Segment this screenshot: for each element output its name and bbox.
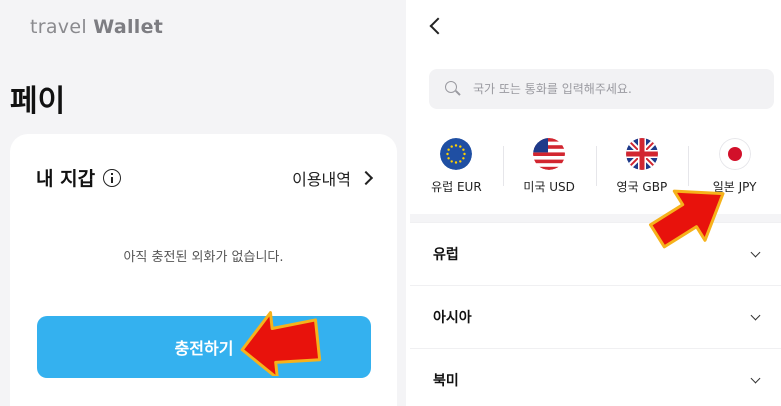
japan-flag-icon bbox=[718, 138, 751, 170]
currency-usd[interactable]: 미국 USD bbox=[502, 138, 596, 202]
region-asia[interactable]: 아시아 bbox=[410, 285, 781, 348]
brand-light-text: travel bbox=[30, 16, 94, 38]
currency-gbp[interactable]: 영국 GBP bbox=[595, 138, 689, 202]
region-europe[interactable]: 유럽 bbox=[410, 222, 781, 285]
wallet-title: 내 지갑 bbox=[36, 164, 122, 191]
region-north-america[interactable]: 북미 bbox=[410, 348, 781, 406]
info-icon[interactable] bbox=[103, 168, 122, 187]
currency-label: 유럽 EUR bbox=[431, 180, 482, 194]
popular-currencies: 유럽 EUR 미국 USD 영국 GBP 일본 JPY bbox=[410, 138, 781, 202]
currency-eur[interactable]: 유럽 EUR bbox=[410, 138, 503, 202]
currency-select-screen: 유럽 EUR 미국 USD bbox=[410, 0, 781, 406]
currency-label: 일본 JPY bbox=[712, 180, 757, 194]
currency-label: 미국 USD bbox=[523, 180, 575, 194]
region-label: 북미 bbox=[433, 373, 459, 389]
chevron-down-icon bbox=[750, 373, 761, 383]
page-title: 페이 bbox=[10, 84, 66, 119]
currency-label: 영국 GBP bbox=[616, 180, 668, 194]
history-label: 이용내역 bbox=[292, 170, 351, 189]
wallet-card: 내 지갑 이용내역 아직 충전된 외화가 없습니다. 충전하기 bbox=[10, 134, 397, 406]
us-flag-icon bbox=[533, 138, 566, 170]
back-arrow-icon[interactable] bbox=[429, 17, 447, 35]
eu-flag-icon bbox=[440, 138, 473, 170]
chevron-right-icon bbox=[358, 170, 374, 186]
uk-flag-icon bbox=[625, 138, 658, 170]
empty-wallet-message: 아직 충전된 외화가 없습니다. bbox=[123, 250, 284, 265]
currency-jpy[interactable]: 일본 JPY bbox=[688, 138, 781, 202]
region-label: 유럽 bbox=[433, 247, 459, 263]
search-bar[interactable] bbox=[429, 69, 774, 109]
chevron-down-icon bbox=[750, 247, 761, 257]
wallet-title-text: 내 지갑 bbox=[36, 168, 96, 190]
region-label: 아시아 bbox=[433, 310, 472, 326]
brand-bold-text: Wallet bbox=[93, 16, 164, 38]
history-link[interactable]: 이용내역 bbox=[292, 166, 374, 190]
app-logo: travel Wallet bbox=[30, 16, 163, 38]
chevron-down-icon bbox=[750, 310, 761, 320]
search-input[interactable] bbox=[473, 82, 763, 96]
charge-button[interactable]: 충전하기 bbox=[37, 316, 371, 378]
region-list: 유럽 아시아 북미 bbox=[410, 214, 781, 406]
section-divider bbox=[410, 214, 781, 222]
wallet-screen: travel Wallet 페이 내 지갑 이용내역 아직 충전된 외화가 없습… bbox=[0, 0, 406, 406]
search-icon bbox=[445, 81, 461, 97]
